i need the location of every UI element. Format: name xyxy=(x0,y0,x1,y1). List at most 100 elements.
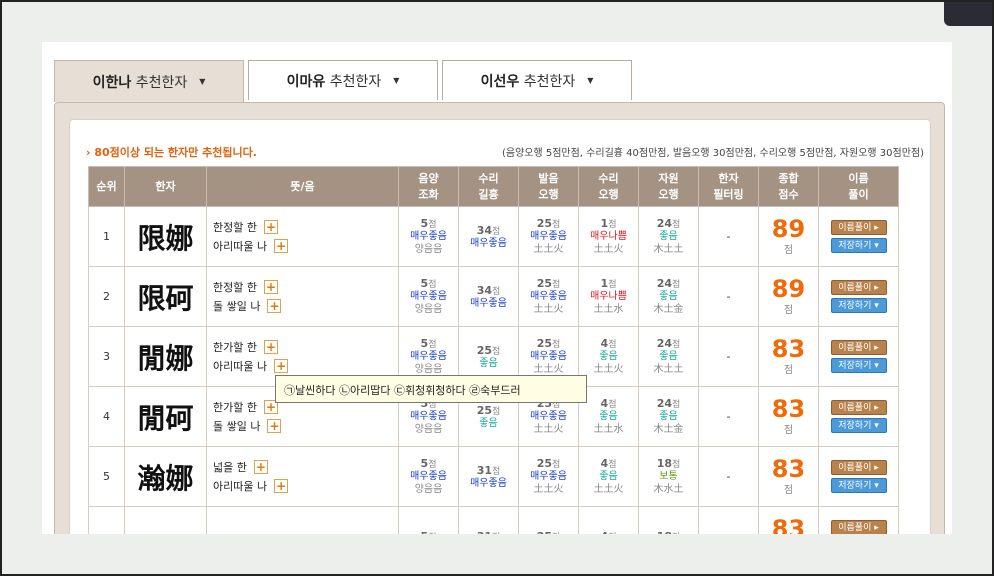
tab-name-0[interactable]: 이한나 추천한자 ▼ xyxy=(54,60,244,102)
save-button[interactable]: 저장하기 ▾ xyxy=(830,418,887,433)
column-header: 한자 필터링 xyxy=(698,166,759,207)
action-cell: 이름풀이 ▸ 저장하기 ▾ xyxy=(818,446,899,507)
meaning-text: 한가할 한 xyxy=(213,341,257,354)
plus-icon[interactable]: + xyxy=(274,239,289,253)
background-decoration xyxy=(944,0,994,26)
plus-icon[interactable]: + xyxy=(274,479,289,493)
points-value: 25 xyxy=(536,337,553,350)
plus-icon[interactable]: + xyxy=(267,299,282,313)
plus-icon[interactable]: + xyxy=(267,419,282,433)
points-unit: 점 xyxy=(492,286,501,297)
score-judgement: 좋음 xyxy=(599,411,618,422)
score-element: 土土火 xyxy=(533,424,564,435)
total-cell: 83 점 xyxy=(758,386,819,447)
score-judgement: 매우좋음 xyxy=(530,471,567,482)
score-points: 5점 xyxy=(399,457,458,470)
plus-icon[interactable]: + xyxy=(263,340,278,354)
name-interpret-button[interactable]: 이름풀이 ▸ xyxy=(830,520,887,534)
score-points: 4점 xyxy=(579,530,638,534)
save-button[interactable]: 저장하기 ▾ xyxy=(830,238,887,253)
score-cell: 31점 매우좋음 xyxy=(458,446,519,507)
table-row: 5점 31점 25점 4점 18점 83점 이름풀이 ▸ 저장하기 ▾ xyxy=(88,506,899,534)
meaning-line: 넓을 한 + xyxy=(213,458,398,477)
name-interpret-button[interactable]: 이름풀이 ▸ xyxy=(830,340,887,355)
score-cell: 24점 좋음 木土金 xyxy=(638,386,699,447)
column-header: 뜻/음 xyxy=(206,166,399,207)
tab-name: 이마유 xyxy=(286,73,326,90)
score-points: 5점 xyxy=(399,337,458,350)
score-judgement: 매우좋음 xyxy=(470,297,507,309)
total-cell: 89 점 xyxy=(758,206,819,267)
total-unit: 점 xyxy=(783,485,794,496)
plus-icon[interactable]: + xyxy=(253,460,268,474)
points-value: 25 xyxy=(476,343,493,357)
tab-name: 이한나 xyxy=(92,74,132,91)
score-element: 木水土 xyxy=(653,484,684,495)
score-points: 5점 xyxy=(399,217,458,230)
points-value: 25 xyxy=(536,457,553,470)
tab-name-1[interactable]: 이마유 추천한자 ▼ xyxy=(248,60,438,100)
score-points: 25점 xyxy=(519,530,578,534)
content-panel: 이한나 추천한자 ▼ 이마유 추천한자 ▼ 이선우 추천한자 ▼ › 80점이상 되는… xyxy=(42,42,952,534)
rank-cell: 4 xyxy=(88,386,125,447)
total-cell: 89 점 xyxy=(758,266,819,327)
tab-suffix: 추천한자 xyxy=(329,73,382,90)
score-notice: › 80점이상 되는 한자만 추천됩니다. xyxy=(86,146,257,159)
hanja-table: 순위 한자 뜻/음 음양 조화 수리 길흉 발음 오행 수리 오행 자원 오행 한자 필터링 종합… xyxy=(88,166,899,534)
plus-icon[interactable]: + xyxy=(263,280,278,294)
name-interpret-button[interactable]: 이름풀이 ▸ xyxy=(830,220,887,235)
plus-icon[interactable]: + xyxy=(274,359,289,373)
table-row: 5 瀚娜 넓을 한 + 아리따울 나 + 5점 매우좋음 양음음 31점 매우좋음 2… xyxy=(88,446,899,507)
score-judgement: 보통 xyxy=(659,471,678,482)
tab-bar: 이한나 추천한자 ▼ 이마유 추천한자 ▼ 이선우 추천한자 ▼ xyxy=(54,60,944,102)
score-cell: 4점 좋음 土土水 xyxy=(578,386,639,447)
meaning-text: 돌 쌓일 나 xyxy=(213,300,261,313)
score-judgement: 매우좋음 xyxy=(530,291,567,302)
score-cell: 5점 매우좋음 양음음 xyxy=(398,206,459,267)
score-cell: 25점 매우좋음 土土火 xyxy=(518,446,579,507)
filter-cell: - xyxy=(698,206,759,267)
points-unit: 점 xyxy=(608,220,617,230)
action-cell: 이름풀이 ▸ 저장하기 ▾ xyxy=(818,326,899,387)
tab-name-2[interactable]: 이선우 추천한자 ▼ xyxy=(442,60,632,100)
name-interpret-button[interactable]: 이름풀이 ▸ xyxy=(830,280,887,295)
meaning-text: 한가할 한 xyxy=(213,401,257,414)
save-button[interactable]: 저장하기 ▾ xyxy=(830,358,887,373)
points-unit: 점 xyxy=(608,280,617,290)
column-header: 순위 xyxy=(88,166,125,207)
points-unit: 점 xyxy=(428,340,437,350)
name-interpret-button[interactable]: 이름풀이 ▸ xyxy=(830,400,887,415)
total-unit: 점 xyxy=(783,305,794,316)
tab-suffix: 추천한자 xyxy=(135,74,188,91)
column-header: 이름 풀이 xyxy=(818,166,899,207)
table-header: 순위 한자 뜻/음 음양 조화 수리 길흉 발음 오행 수리 오행 자원 오행 한자 필터링 종합… xyxy=(88,166,899,207)
meaning-cell xyxy=(206,506,399,534)
score-points: 24점 xyxy=(639,337,698,350)
plus-icon[interactable]: + xyxy=(263,220,278,234)
column-header: 종합 점수 xyxy=(758,166,819,207)
rank-cell: 1 xyxy=(88,206,125,267)
total-score: 83 xyxy=(771,515,806,534)
points-value: 25 xyxy=(537,530,552,534)
score-points: 24점 xyxy=(639,397,698,410)
score-points: 18점 xyxy=(639,530,698,534)
score-element: 土土火 xyxy=(593,484,624,495)
points-unit: 점 xyxy=(492,346,501,357)
meaning-line: 돌 쌓일 나 + xyxy=(213,417,398,436)
score-cell: 4점 좋음 土土火 xyxy=(578,446,639,507)
filter-cell: - xyxy=(698,386,759,447)
score-points: 34점 xyxy=(459,284,518,297)
rank-cell: 2 xyxy=(88,266,125,327)
total-score: 89 xyxy=(771,275,806,303)
score-element: 土土水 xyxy=(593,424,624,435)
save-button[interactable]: 저장하기 ▾ xyxy=(830,478,887,493)
save-button[interactable]: 저장하기 ▾ xyxy=(830,298,887,313)
score-cell: 1점 매우나쁨 土土水 xyxy=(578,266,639,327)
name-interpret-button[interactable]: 이름풀이 ▸ xyxy=(830,460,887,475)
score-cell: 24점 좋음 木土土 xyxy=(638,326,699,387)
tab-content: › 80점이상 되는 한자만 추천됩니다. (음양오행 5점만점, 수리길흉 4… xyxy=(54,102,945,534)
meaning-text: 아리따울 나 xyxy=(213,240,268,253)
points-value: 24 xyxy=(656,277,673,290)
score-element: 木土金 xyxy=(653,304,684,315)
points-value: 34 xyxy=(476,223,493,237)
